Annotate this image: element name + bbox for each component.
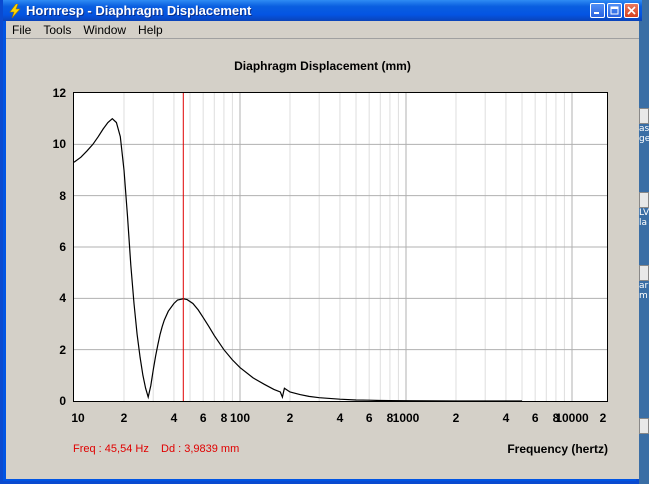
displacement-curve: [74, 117, 522, 401]
y-tick-label: 4: [59, 291, 66, 306]
y-tick-label: 8: [59, 188, 66, 203]
plot-area[interactable]: [73, 92, 608, 402]
y-tick-label: 2: [59, 342, 66, 357]
title-bar[interactable]: Hornresp - Diaphragm Displacement: [3, 0, 642, 21]
x-tick-label: 2: [120, 411, 128, 425]
desktop-icon-image: [639, 418, 649, 434]
desktop-icon-fragment[interactable]: as ge: [639, 108, 649, 144]
desktop-icon-label: LV: [639, 208, 649, 218]
x-tick-label: 4: [170, 411, 178, 425]
plot-svg: [74, 93, 607, 401]
x-tick-label: 10: [71, 411, 85, 425]
menu-tools[interactable]: Tools: [37, 23, 77, 37]
desktop-icon-image: [639, 108, 649, 124]
minimize-button[interactable]: [590, 3, 605, 18]
x-tick-label: 4: [502, 411, 510, 425]
desktop-icon-label: ar: [639, 281, 649, 291]
main-window: Hornresp - Diaphragm Displacement File T…: [0, 0, 642, 484]
y-tick-label: 0: [59, 394, 66, 408]
x-tick-label: 100: [229, 411, 251, 425]
chart-area: Diaphragm Displacement (mm) 0 2 4 6 8 10 12 10…: [6, 39, 639, 479]
desktop-icon-label: ge: [639, 134, 649, 144]
desktop-icon-fragment[interactable]: [639, 418, 649, 434]
desktop-icon-image: [639, 192, 649, 208]
x-tick-label: 1000: [392, 411, 420, 425]
displacement-readout: Dd : 3,9839 mm: [161, 443, 240, 455]
frequency-readout: Freq : 45,54 Hz: [73, 443, 149, 455]
y-tick-label: 10: [52, 137, 66, 152]
x-tick-label: 4: [336, 411, 344, 425]
x-tick-label: 6: [365, 411, 373, 425]
x-tick-label: 2: [599, 411, 607, 425]
x-axis-label: Frequency (hertz): [507, 442, 608, 456]
maximize-icon: [610, 6, 619, 15]
maximize-button[interactable]: [607, 3, 622, 18]
desktop-icon-label: m: [639, 291, 648, 301]
chart-title: Diaphragm Displacement (mm): [234, 59, 411, 73]
x-tick-label: 8: [220, 411, 228, 425]
desktop-icon-fragment[interactable]: ar m: [639, 265, 649, 301]
menu-file[interactable]: File: [6, 23, 37, 37]
close-icon: [627, 6, 636, 15]
menu-window[interactable]: Window: [77, 23, 132, 37]
minimize-icon: [594, 12, 599, 14]
desktop-icon-fragment[interactable]: LV la: [639, 192, 649, 228]
x-tick-label: 10000: [555, 411, 589, 425]
desktop-icon-label: as: [639, 124, 649, 134]
x-tick-label: 6: [199, 411, 207, 425]
close-button[interactable]: [624, 3, 639, 18]
x-tick-label: 2: [452, 411, 460, 425]
lightning-icon: [9, 3, 21, 18]
desktop-icon-image: [639, 265, 649, 281]
menu-bar: File Tools Window Help: [6, 21, 639, 39]
menu-help[interactable]: Help: [132, 23, 169, 37]
y-tick-label: 6: [59, 240, 66, 254]
window-title: Hornresp - Diaphragm Displacement: [26, 3, 252, 18]
x-tick-label: 2: [286, 411, 294, 425]
y-tick-label: 12: [52, 86, 66, 100]
desktop-icon-label: la: [639, 218, 648, 228]
x-tick-label: 6: [531, 411, 539, 425]
